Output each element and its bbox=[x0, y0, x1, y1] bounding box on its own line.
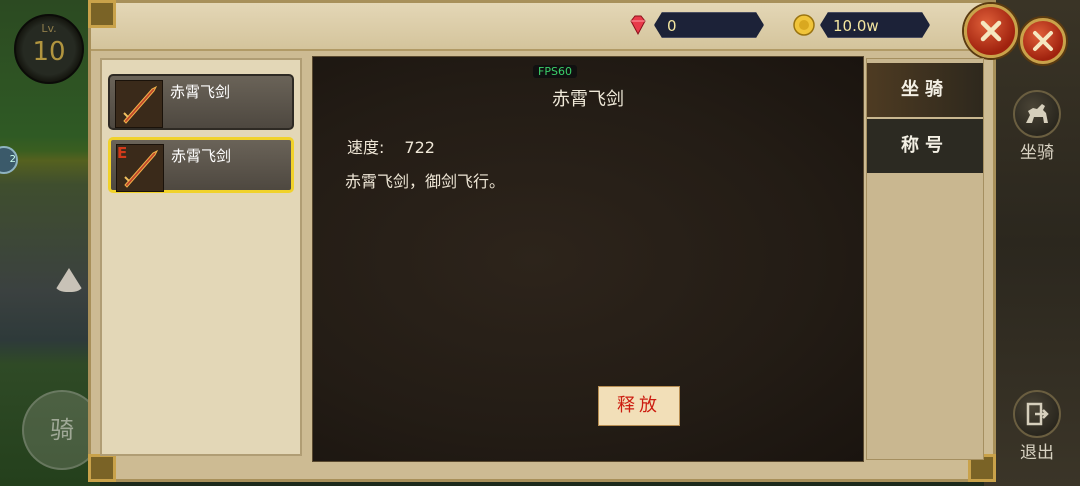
tab-mount[interactable]: 坐骑 bbox=[867, 63, 983, 117]
level-value: 10 bbox=[32, 37, 66, 67]
horse-icon bbox=[1013, 90, 1061, 138]
speed-value: 722 bbox=[404, 138, 435, 157]
category-tabs: 坐骑 称号 bbox=[866, 58, 984, 460]
list-item-selected[interactable]: E 赤霄飞剑 bbox=[108, 137, 294, 193]
panel-corner-ornament bbox=[88, 0, 116, 28]
mount-description: 赤霄飞剑，御剑飞行。 bbox=[345, 172, 506, 191]
speed-row: 速度: 722 bbox=[347, 134, 435, 158]
exit-menu-button[interactable]: 退出 bbox=[1012, 390, 1062, 463]
mount-detail: FPS60 赤霄飞剑 速度: 722 赤霄飞剑，御剑飞行。 释放 bbox=[312, 56, 864, 462]
close-outer-button[interactable] bbox=[1020, 18, 1066, 64]
mount-menu-label: 坐骑 bbox=[1020, 143, 1054, 163]
close-icon bbox=[980, 20, 1002, 42]
release-button[interactable]: 释放 bbox=[598, 386, 680, 426]
level-label: Lv. bbox=[41, 22, 57, 35]
close-panel-button[interactable] bbox=[964, 4, 1018, 58]
exit-menu-label: 退出 bbox=[1020, 443, 1054, 463]
speed-label: 速度: bbox=[347, 138, 385, 157]
gold-amount: 10.0w bbox=[820, 12, 930, 38]
exit-icon bbox=[1013, 390, 1061, 438]
close-icon bbox=[1033, 31, 1053, 51]
mount-menu-button[interactable]: 坐骑 bbox=[1012, 90, 1062, 163]
list-item-name: 赤霄飞剑 bbox=[170, 83, 231, 101]
mount-list: 赤霄飞剑 E 赤霄飞剑 bbox=[100, 58, 302, 456]
list-item-name: 赤霄飞剑 bbox=[171, 147, 232, 165]
gem-icon bbox=[630, 15, 646, 36]
equipped-tag: E bbox=[117, 144, 128, 162]
mount-title: 赤霄飞剑 bbox=[552, 89, 624, 110]
panel-corner-ornament bbox=[88, 454, 116, 482]
flying-sword-icon bbox=[115, 80, 163, 128]
tab-title[interactable]: 称号 bbox=[867, 119, 983, 173]
list-item[interactable]: 赤霄飞剑 bbox=[108, 74, 294, 130]
fps-counter: FPS60 bbox=[533, 65, 577, 78]
level-badge: Lv. 10 bbox=[14, 14, 84, 84]
gem-amount: 0 bbox=[654, 12, 764, 38]
gold-coin-icon bbox=[793, 14, 815, 36]
